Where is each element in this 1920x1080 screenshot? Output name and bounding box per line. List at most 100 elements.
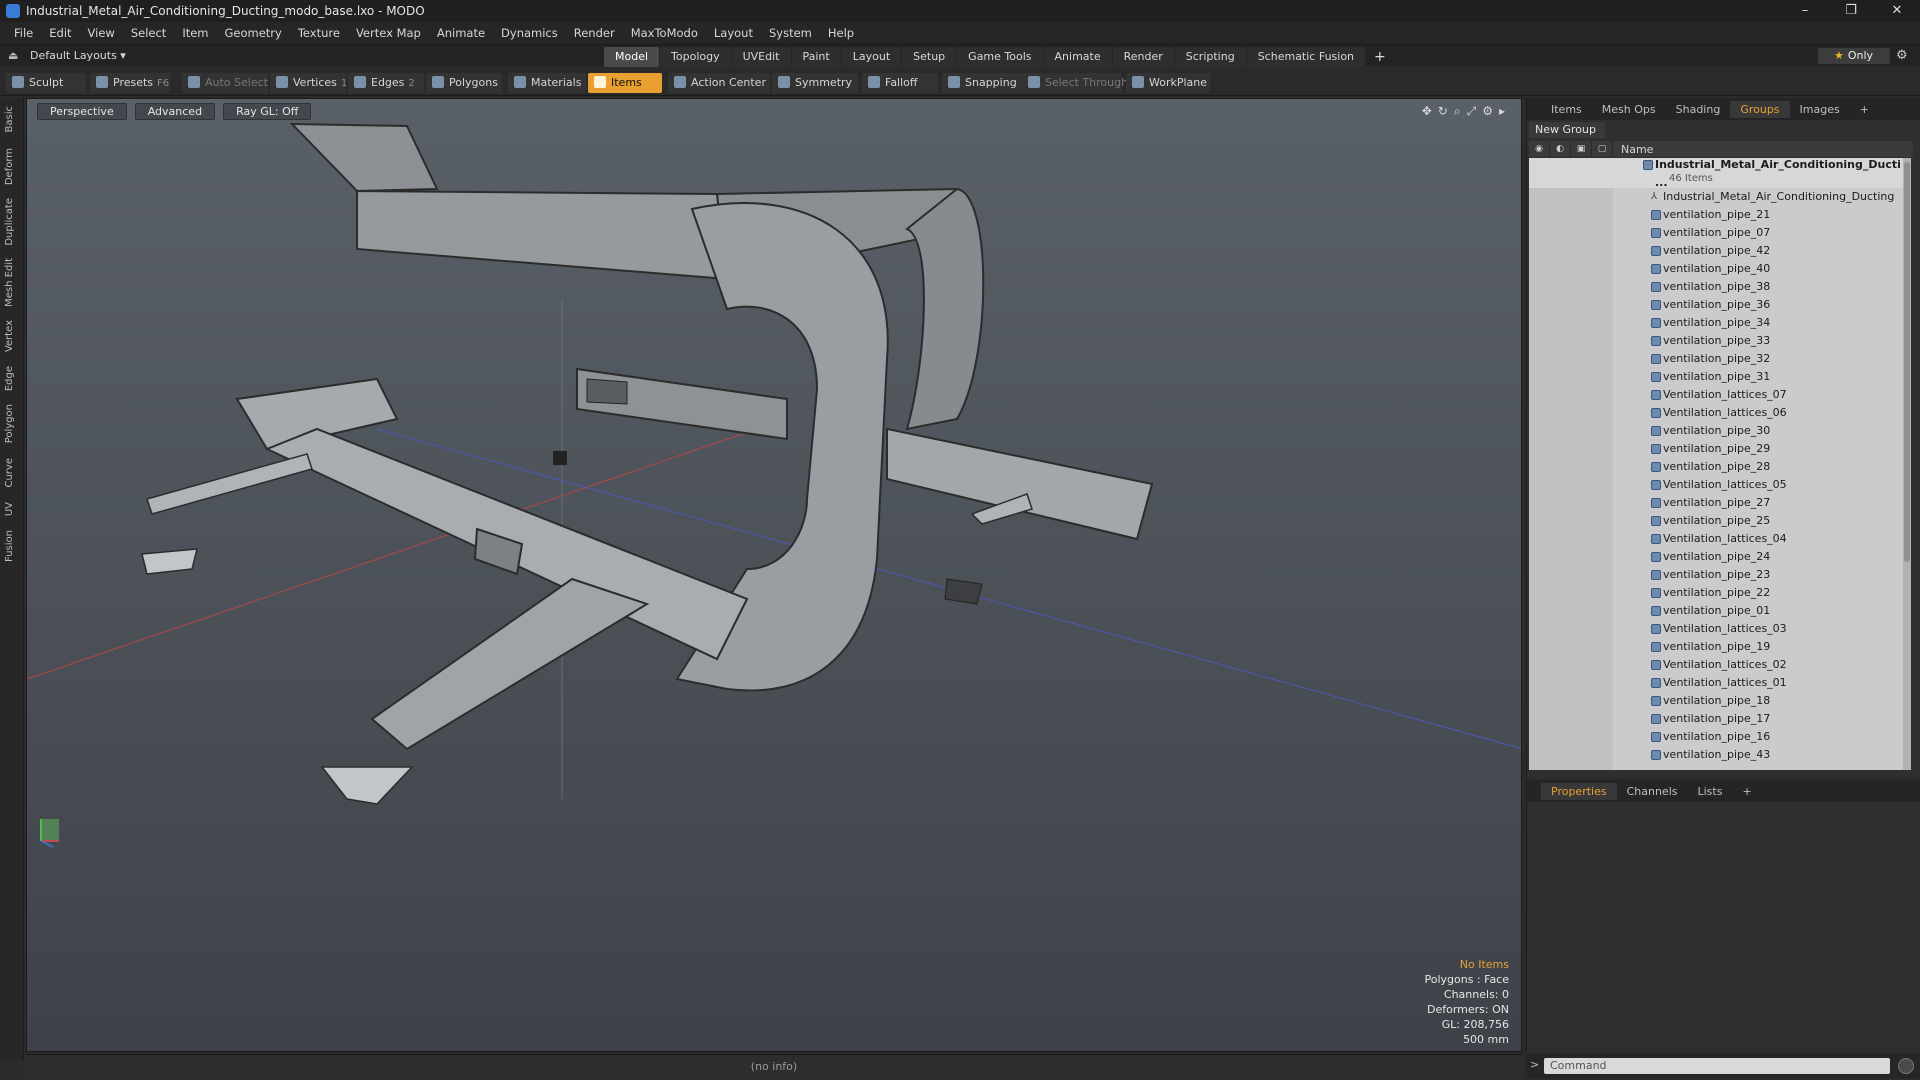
list-item[interactable]: Ventilation_lattices_03	[1529, 620, 1911, 638]
view-mode-dropdown[interactable]: Perspective	[37, 103, 127, 120]
visibility-column-icon[interactable]: ◉	[1529, 141, 1550, 157]
list-item[interactable]: ventilation_pipe_30	[1529, 422, 1911, 440]
tab-properties[interactable]: Properties	[1541, 782, 1617, 800]
list-item[interactable]: ventilation_pipe_01	[1529, 602, 1911, 620]
tab-model[interactable]: Model	[604, 47, 660, 67]
select-column-icon[interactable]: ▢	[1592, 141, 1613, 157]
list-item[interactable]: ⅄ Industrial_Metal_Air_Conditioning_Ducti…	[1529, 188, 1911, 206]
tab-shading[interactable]: Shading	[1666, 101, 1731, 118]
tab-render[interactable]: Render	[1112, 47, 1174, 67]
action-center-button[interactable]: Action Center	[668, 73, 770, 93]
menu-select[interactable]: Select	[123, 26, 174, 40]
viewport-gear-icon[interactable]: ⚙	[1482, 104, 1493, 119]
add-tab-icon[interactable]: +	[1366, 47, 1394, 67]
sculpt-button[interactable]: Sculpt	[6, 73, 86, 93]
tab-uvedit[interactable]: UVEdit	[731, 47, 791, 67]
tab-setup[interactable]: Setup	[902, 47, 957, 67]
group-row[interactable]: Industrial_Metal_Air_Conditioning_Ducti …	[1529, 158, 1911, 189]
vertices-button[interactable]: Vertices 1	[270, 73, 347, 93]
list-item[interactable]: Ventilation_lattices_01	[1529, 674, 1911, 692]
list-item[interactable]: ventilation_pipe_19	[1529, 638, 1911, 656]
menu-system[interactable]: System	[761, 26, 820, 40]
tab-groups[interactable]: Groups	[1730, 100, 1790, 118]
menu-geometry[interactable]: Geometry	[217, 26, 290, 40]
list-item[interactable]: ventilation_pipe_23	[1529, 566, 1911, 584]
pan-icon[interactable]: ✥	[1422, 104, 1432, 119]
raygl-toggle[interactable]: Ray GL: Off	[223, 103, 312, 120]
menu-dynamics[interactable]: Dynamics	[493, 26, 566, 40]
scrollbar-thumb[interactable]	[1904, 162, 1910, 562]
fit-icon[interactable]: ⤢	[1467, 104, 1477, 119]
expand-icon[interactable]: ▸	[1499, 104, 1505, 119]
list-item[interactable]: ventilation_pipe_24	[1529, 548, 1911, 566]
menu-edit[interactable]: Edit	[41, 26, 79, 40]
list-item[interactable]: ventilation_pipe_17	[1529, 710, 1911, 728]
tab-channels[interactable]: Channels	[1617, 783, 1688, 800]
menu-view[interactable]: View	[80, 26, 123, 40]
add-properties-tab-icon[interactable]: +	[1732, 783, 1761, 800]
menu-texture[interactable]: Texture	[290, 26, 348, 40]
menu-help[interactable]: Help	[820, 26, 862, 40]
list-item[interactable]: ventilation_pipe_36	[1529, 296, 1911, 314]
menu-render[interactable]: Render	[566, 26, 623, 40]
workplane-button[interactable]: WorkPlane	[1126, 73, 1210, 93]
tab-lists[interactable]: Lists	[1688, 783, 1733, 800]
list-item[interactable]: ventilation_pipe_29	[1529, 440, 1911, 458]
materials-button[interactable]: Materials	[508, 73, 586, 93]
name-column-header[interactable]: Name	[1613, 143, 1653, 156]
tab-uv[interactable]: UV	[4, 502, 15, 516]
auto-select-button[interactable]: Auto Select	[182, 73, 268, 93]
minimize-button[interactable]: –	[1782, 0, 1828, 22]
gear-icon[interactable]: ⚙	[1896, 48, 1908, 63]
tab-scripting[interactable]: Scripting	[1174, 47, 1246, 67]
tab-mesh-ops[interactable]: Mesh Ops	[1592, 101, 1666, 118]
tab-duplicate[interactable]: Duplicate	[4, 198, 15, 246]
snapping-button[interactable]: Snapping	[942, 73, 1028, 93]
tab-layout[interactable]: Layout	[841, 47, 902, 67]
tab-items[interactable]: Items	[1541, 101, 1592, 118]
tab-edge[interactable]: Edge	[4, 366, 15, 391]
list-item[interactable]: Ventilation_lattices_07	[1529, 386, 1911, 404]
list-item[interactable]: Ventilation_lattices_05	[1529, 476, 1911, 494]
edges-button[interactable]: Edges 2	[348, 73, 424, 93]
new-group-button[interactable]: New Group	[1529, 122, 1605, 138]
list-item[interactable]: Ventilation_lattices_06	[1529, 404, 1911, 422]
polygons-button[interactable]: Polygons	[426, 73, 502, 93]
menu-layout[interactable]: Layout	[706, 26, 761, 40]
tab-topology[interactable]: Topology	[660, 47, 731, 67]
list-item[interactable]: Ventilation_lattices_02	[1529, 656, 1911, 674]
tab-vertex[interactable]: Vertex	[4, 320, 15, 352]
list-item[interactable]: ventilation_pipe_22	[1529, 584, 1911, 602]
list-item[interactable]: ventilation_pipe_42	[1529, 242, 1911, 260]
list-item[interactable]: ventilation_pipe_18	[1529, 692, 1911, 710]
list-item[interactable]: ventilation_pipe_34	[1529, 314, 1911, 332]
list-item[interactable]: ventilation_pipe_31	[1529, 368, 1911, 386]
list-item[interactable]: ventilation_pipe_43	[1529, 746, 1911, 764]
tab-deform[interactable]: Deform	[4, 148, 15, 185]
list-item[interactable]: ventilation_pipe_16	[1529, 728, 1911, 746]
menu-animate[interactable]: Animate	[429, 26, 493, 40]
list-item[interactable]: ventilation_pipe_38	[1529, 278, 1911, 296]
3d-viewport[interactable]: Perspective Advanced Ray GL: Off ✥ ↻ ⌕ ⤢…	[26, 98, 1522, 1052]
list-item[interactable]: ventilation_pipe_40	[1529, 260, 1911, 278]
symmetry-button[interactable]: Symmetry	[772, 73, 858, 93]
default-layouts-dropdown[interactable]: Default Layouts ▾	[30, 49, 126, 62]
tab-mesh-edit[interactable]: Mesh Edit	[4, 258, 15, 307]
menu-item[interactable]: Item	[174, 26, 216, 40]
tab-curve[interactable]: Curve	[4, 458, 15, 488]
tab-animate[interactable]: Animate	[1043, 47, 1112, 67]
add-panel-tab-icon[interactable]: +	[1850, 101, 1879, 118]
restore-button[interactable]: ❐	[1828, 0, 1874, 22]
close-button[interactable]: ✕	[1874, 0, 1920, 22]
select-through-button[interactable]: Select Through	[1022, 73, 1128, 93]
list-item[interactable]: ventilation_pipe_25	[1529, 512, 1911, 530]
menu-maxtomodo[interactable]: MaxToModo	[623, 26, 706, 40]
falloff-button[interactable]: Falloff	[862, 73, 938, 93]
list-item[interactable]: ventilation_pipe_32	[1529, 350, 1911, 368]
record-macro-icon[interactable]	[1898, 1058, 1914, 1074]
list-item[interactable]: ventilation_pipe_27	[1529, 494, 1911, 512]
tab-basic[interactable]: Basic	[4, 106, 15, 132]
render-column-icon[interactable]: ◐	[1550, 141, 1571, 157]
items-button[interactable]: Items	[588, 73, 662, 93]
tab-schematic-fusion[interactable]: Schematic Fusion	[1246, 47, 1366, 67]
